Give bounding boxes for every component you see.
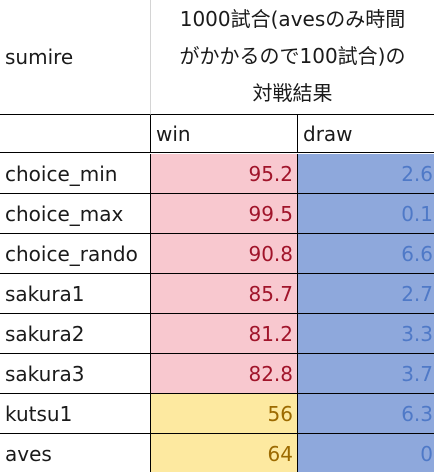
header-title-line-2: がかかるので100試合)の [179,44,406,68]
row-draw-cell[interactable]: 0 [297,434,434,472]
row-draw-cell[interactable]: 3.3 [297,314,434,354]
row-name-cell[interactable]: kutsu1 [0,394,150,434]
row-win-cell[interactable]: 56 [150,394,297,434]
header-title-line-3: 対戦結果 [252,81,333,105]
row-name-cell[interactable]: sakura2 [0,314,150,354]
column-header-win[interactable]: win [150,115,297,153]
header-title-cell[interactable]: 1000試合(avesのみ時間 がかかるので100試合)の 対戦結果 [150,0,434,115]
subheader-empty-cell[interactable] [0,115,150,153]
row-win-cell[interactable]: 85.7 [150,274,297,314]
row-win-cell[interactable]: 99.5 [150,194,297,234]
row-draw-cell[interactable]: 3.7 [297,354,434,394]
row-win-cell[interactable]: 81.2 [150,314,297,354]
row-name-cell[interactable]: choice_rando [0,234,150,274]
row-name-cell[interactable]: sakura3 [0,354,150,394]
column-header-draw[interactable]: draw [297,115,434,153]
row-win-cell[interactable]: 64 [150,434,297,472]
row-draw-cell[interactable]: 2.6 [297,154,434,194]
header-title-line-1: 1000試合(avesのみ時間 [179,7,406,31]
header-label-cell[interactable]: sumire [0,0,150,115]
row-win-cell[interactable]: 90.8 [150,234,297,274]
spreadsheet: sumire 1000試合(avesのみ時間 がかかるので100試合)の 対戦結… [0,0,434,472]
row-draw-cell[interactable]: 0.1 [297,194,434,234]
row-win-cell[interactable]: 95.2 [150,154,297,194]
header-label: sumire [5,45,74,69]
row-win-cell[interactable]: 82.8 [150,354,297,394]
row-name-cell[interactable]: sakura1 [0,274,150,314]
row-draw-cell[interactable]: 6.3 [297,394,434,434]
row-name-cell[interactable]: aves [0,434,150,472]
row-draw-cell[interactable]: 6.6 [297,234,434,274]
row-name-cell[interactable]: choice_max [0,194,150,234]
row-draw-cell[interactable]: 2.7 [297,274,434,314]
row-name-cell[interactable]: choice_min [0,154,150,194]
